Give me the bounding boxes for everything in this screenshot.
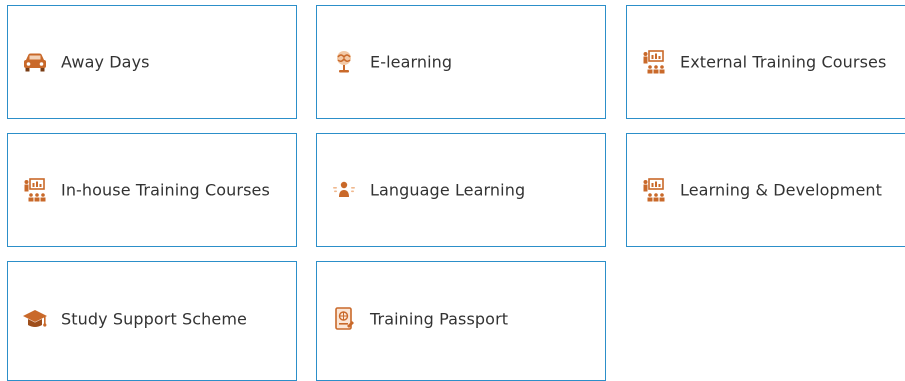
tile-label: External Training Courses [680,52,887,72]
tile-label: Training Passport [370,309,509,329]
tile-label: Study Support Scheme [61,309,247,329]
tile-label: In-house Training Courses [61,180,270,200]
brain-globe-icon [330,48,358,76]
car-icon [21,48,49,76]
tile-label: Language Learning [370,180,526,200]
tile-learning-development[interactable]: Learning & Development [626,133,905,247]
graduation-cap-icon [21,305,49,333]
tile-external-training-courses[interactable]: External Training Courses [626,5,905,119]
tile-study-support-scheme[interactable]: Study Support Scheme [7,261,297,381]
tile-training-passport[interactable]: Training Passport [316,261,606,381]
tile-label: Away Days [61,52,150,72]
tile-away-days[interactable]: Away Days [7,5,297,119]
tile-in-house-training-courses[interactable]: In-house Training Courses [7,133,297,247]
tile-label: Learning & Development [680,180,883,200]
passport-icon [330,305,358,333]
classroom-presentation-icon [640,176,668,204]
tile-language-learning[interactable]: Language Learning [316,133,606,247]
tile-label: E-learning [370,52,453,72]
tile-e-learning[interactable]: E-learning [316,5,606,119]
classroom-presentation-icon [640,48,668,76]
speaking-person-icon [330,176,358,204]
classroom-presentation-icon [21,176,49,204]
